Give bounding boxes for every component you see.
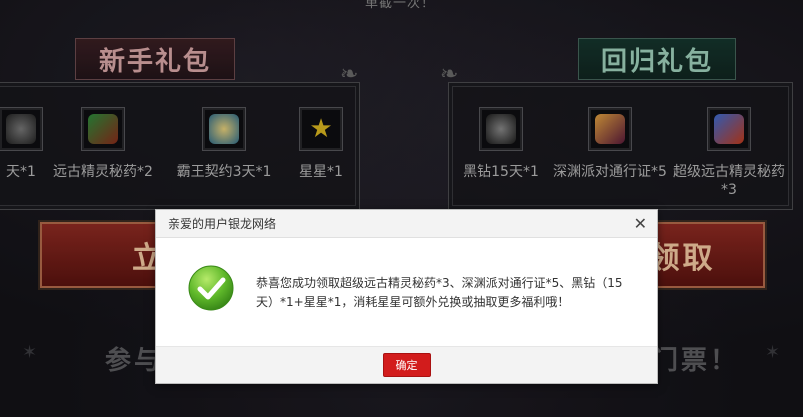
- confirm-button[interactable]: 确定: [382, 353, 431, 377]
- dialog-title: 亲爱的用户银龙网络: [168, 217, 277, 231]
- dialog-body: 恭喜您成功领取超级远古精灵秘药*3、深渊派对通行证*5、黑钻（15天）*1+星星…: [156, 238, 657, 346]
- success-check-icon: [188, 265, 234, 311]
- dialog-footer: 确定: [156, 346, 657, 383]
- dialog-message: 恭喜您成功领取超级远古精灵秘药*3、深渊派对通行证*5、黑钻（15天）*1+星星…: [256, 276, 623, 309]
- close-icon[interactable]: ✕: [634, 215, 647, 232]
- dialog-header: 亲爱的用户银龙网络 ✕: [156, 210, 657, 238]
- success-dialog: 亲爱的用户银龙网络 ✕ 恭喜您成功领取超级远古精灵秘药*3、深渊派对通行证*5、…: [155, 209, 658, 384]
